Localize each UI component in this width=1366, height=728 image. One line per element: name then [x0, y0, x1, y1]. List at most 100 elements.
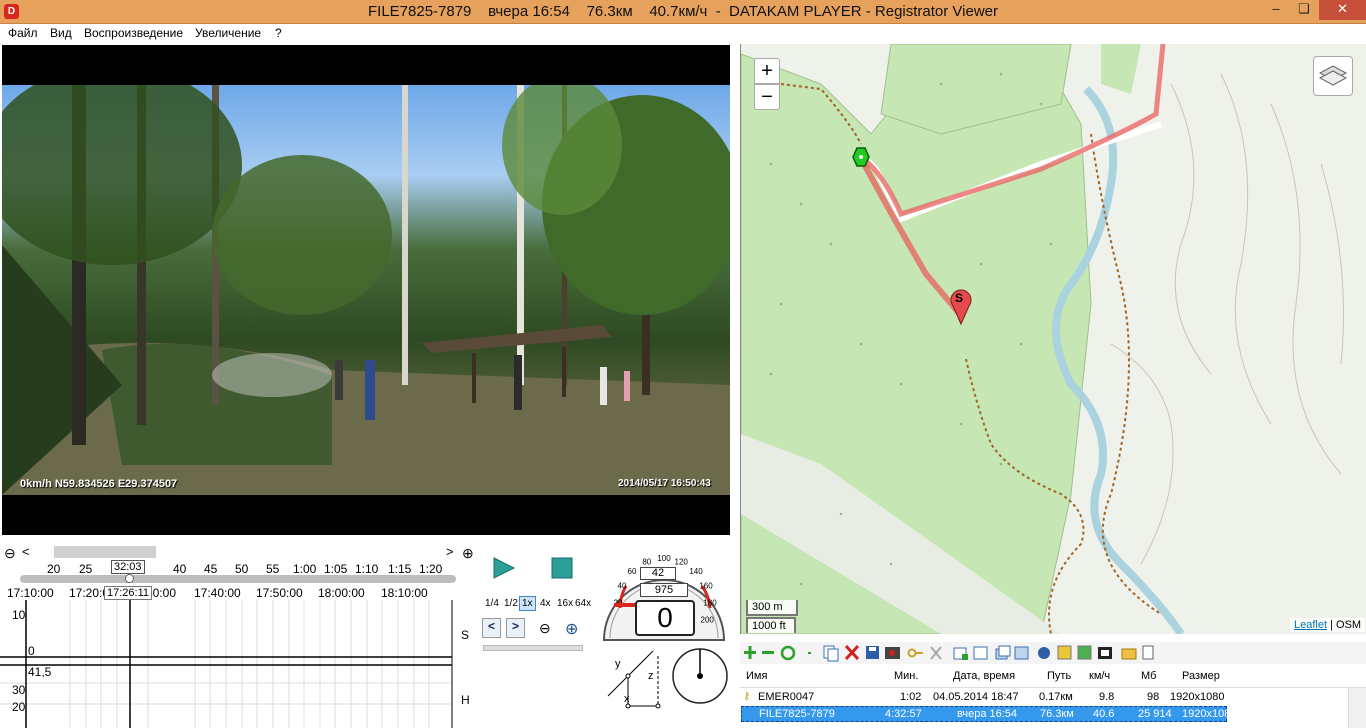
speed-y-tick: 10	[12, 608, 26, 622]
minute-tick: 1:20	[419, 562, 443, 576]
menu-view[interactable]: Вид	[46, 24, 76, 44]
globe-icon[interactable]	[1038, 647, 1050, 659]
timeline-scroll-thumb[interactable]	[54, 546, 156, 558]
chart-icon[interactable]	[1057, 645, 1072, 660]
row-path: 76.3км	[1040, 708, 1074, 720]
prev-frame-button[interactable]: <	[482, 618, 501, 638]
speed-half[interactable]: 1/2	[501, 596, 521, 611]
video-overlay-gps: 0km/h N59.834526 E29.374507	[20, 478, 178, 490]
contour-lines	[1110, 73, 1344, 565]
cursor-time-label: 17:26:11	[104, 586, 153, 600]
minute-tick: 50	[235, 562, 249, 576]
zoom-out-button[interactable]: −	[754, 84, 780, 110]
speed-4x[interactable]: 4x	[537, 596, 554, 611]
zoom-in-button[interactable]: +	[754, 58, 780, 84]
add-window-icon[interactable]	[953, 647, 968, 660]
window-title: FILE7825-7879 вчера 16:54 76.3км 40.7км/…	[367, 3, 998, 20]
col-datetime[interactable]: Дата, время	[953, 670, 1015, 682]
col-mb[interactable]: Мб	[1141, 670, 1156, 682]
video-zoom-in-icon[interactable]: ⊕	[565, 619, 578, 639]
timeline-scroll-left[interactable]: <	[22, 544, 30, 559]
timeline-zoom-in-icon[interactable]: ⊕	[462, 545, 474, 562]
layers-button[interactable]	[1313, 56, 1353, 96]
table-row-selected[interactable]: FILE7825-7879 4:32:57 вчера 16:54 76.3км…	[741, 706, 1236, 722]
speed-readout: 0	[635, 600, 695, 636]
timeline-panel: ⊖ < > ⊕ 20 25 30 35 40 45 50 55 1:00 1:0…	[0, 540, 478, 728]
row-mb: 98	[1147, 691, 1160, 703]
cursor-minute-label: 32:03	[111, 560, 145, 574]
close-button[interactable]: ✕	[1319, 0, 1366, 20]
minute-tick: 40	[173, 562, 187, 576]
remove-icon[interactable]	[762, 651, 774, 654]
speed-y-tick: 0	[28, 644, 35, 658]
time-label: 17:10:00	[7, 586, 54, 600]
next-frame-button[interactable]: >	[506, 618, 525, 638]
row-kmh: 40.6	[1093, 708, 1115, 720]
delete-icon[interactable]	[844, 644, 860, 661]
menu-help[interactable]: ?	[271, 24, 286, 44]
row-size: 1920x1080	[1182, 708, 1237, 720]
cut-icon[interactable]	[930, 646, 942, 660]
video-frame[interactable]	[2, 85, 730, 495]
play-icon[interactable]	[492, 556, 516, 580]
copy-icon[interactable]	[823, 645, 839, 662]
key-icon[interactable]	[907, 648, 924, 658]
speedometer-tick-label: 120	[675, 557, 689, 566]
speedometer-tick-label: 80	[642, 557, 651, 566]
film-icon[interactable]	[1098, 647, 1112, 659]
map-attribution: Leaflet | OSM	[1290, 618, 1366, 632]
col-path[interactable]: Путь	[1047, 670, 1071, 682]
minimize-button[interactable]: ‒	[1262, 0, 1290, 20]
axis-z-label: z	[648, 670, 654, 682]
volume-slider[interactable]	[483, 645, 583, 651]
menu-playback[interactable]: Воспроизведение	[80, 24, 187, 44]
refresh-icon[interactable]	[780, 645, 796, 661]
row-datetime: 04.05.2014 18:47	[933, 691, 1019, 703]
table-row[interactable]: ⚷ EMER0047 1:02 04.05.2014 18:47 0.17км …	[741, 689, 1227, 705]
col-kmh[interactable]: км/ч	[1089, 670, 1110, 682]
minute-tick: 20	[47, 562, 61, 576]
folder-icon[interactable]	[1121, 648, 1137, 660]
row-name: EMER0047	[758, 691, 815, 703]
col-size[interactable]: Размер	[1182, 670, 1220, 682]
col-name[interactable]: Имя	[746, 670, 767, 682]
menu-file[interactable]: Файл	[4, 24, 42, 44]
height-value: 41,5	[28, 665, 52, 679]
time-label: 17:50:00	[256, 586, 303, 600]
speed-needle	[614, 603, 636, 607]
row-kmh: 9.8	[1099, 691, 1115, 703]
map-panel[interactable]	[740, 44, 1366, 634]
video-zoom-out-icon[interactable]: ⊖	[539, 620, 551, 637]
leaflet-link[interactable]: Leaflet	[1294, 619, 1327, 631]
map-canvas[interactable]	[741, 44, 1366, 634]
speedometer-tick-label: 200	[701, 616, 715, 625]
timeline-scroll-right[interactable]: >	[446, 544, 454, 559]
speedometer-tick-label: 100	[657, 554, 671, 563]
speed-quarter[interactable]: 1/4	[482, 596, 502, 611]
col-min[interactable]: Мин.	[894, 670, 918, 682]
speed-1x[interactable]: 1x	[519, 596, 536, 611]
expand-icon[interactable]	[1014, 646, 1029, 660]
row-datetime: вчера 16:54	[957, 708, 1018, 720]
save-icon[interactable]	[866, 646, 879, 659]
maximize-button[interactable]: ❏	[1290, 0, 1318, 20]
document-icon[interactable]	[1142, 645, 1154, 660]
fit-icon[interactable]	[973, 646, 988, 660]
speed-64x[interactable]: 64x	[572, 596, 594, 611]
snapshot-icon[interactable]	[885, 647, 900, 659]
video-overlay-datetime: 2014/05/17 16:50:43	[618, 478, 711, 489]
menu-zoom[interactable]: Увеличение	[191, 24, 265, 44]
time-label: 17:30:00	[148, 586, 176, 600]
window-icon[interactable]	[995, 645, 1011, 660]
photo-icon[interactable]	[1077, 645, 1092, 660]
dot-icon	[808, 652, 811, 654]
stop-icon[interactable]	[551, 557, 573, 579]
timeline-handle[interactable]	[125, 574, 134, 583]
speedometer-tick-label: 60	[628, 567, 637, 576]
timeline-zoom-out-icon[interactable]: ⊖	[4, 545, 16, 562]
file-list-scrollbar[interactable]	[1348, 688, 1366, 728]
attribution-separator: |	[1327, 619, 1337, 631]
odometer: 975	[640, 583, 688, 597]
add-icon[interactable]	[744, 646, 756, 659]
timeline-track[interactable]	[20, 575, 456, 583]
